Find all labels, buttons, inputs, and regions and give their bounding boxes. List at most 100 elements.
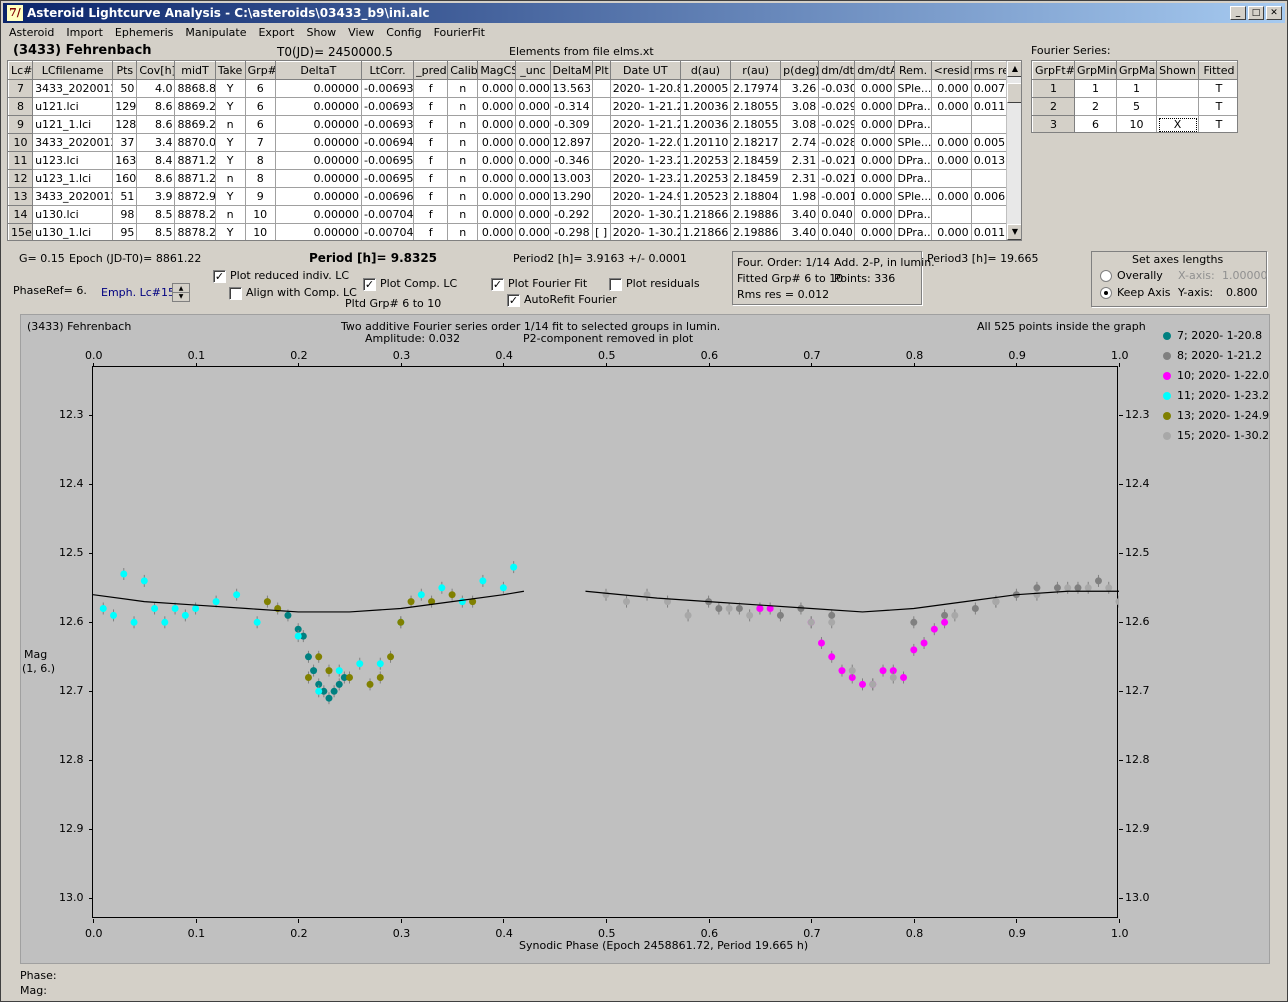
table-cell[interactable]: -0.00693 [360,97,415,116]
lc-col-header[interactable]: rms res [970,61,1009,80]
spin-up-icon[interactable]: ▲ [173,284,189,293]
table-cell[interactable]: 0.000 [854,223,896,240]
lc-col-header[interactable]: DeltaT [274,61,362,80]
lc-col-header[interactable]: r(au) [730,61,782,80]
lc-col-header[interactable]: _unc [515,61,551,80]
table-cell[interactable]: 2020- 1-23.2 [609,151,681,170]
table-cell[interactable] [930,169,972,188]
spin-down-icon[interactable]: ▼ [173,293,189,301]
table-cell[interactable]: 95 [112,223,138,240]
table-cell[interactable] [591,169,611,188]
table-cell[interactable]: 13.563 [549,79,593,98]
minimize-button[interactable]: _ [1230,6,1246,20]
fourier-cell[interactable]: 1 [1116,79,1157,98]
table-cell[interactable]: 0.000 [930,187,972,206]
table-cell[interactable]: [ ] [591,223,611,240]
maximize-button[interactable]: □ [1248,6,1264,20]
table-cell[interactable]: f [413,205,449,224]
table-cell[interactable] [591,97,611,116]
table-cell[interactable]: 2020- 1-24.9 [609,187,681,206]
table-row[interactable]: 9 u121_1.lci 128 8.6 8869.2 n 6 0.00000 -0.00693… [8,115,1009,134]
table-cell[interactable]: SPle... [894,133,932,152]
table-cell[interactable]: 0.013 [970,151,1009,170]
table-cell[interactable]: n [447,115,479,134]
table-cell[interactable]: 3.08 [780,97,820,116]
fourier-table[interactable]: GrpFt#GrpMinGrpMaxShownFitted 111T225T36… [1031,60,1238,133]
table-cell[interactable]: 0.00000 [274,151,362,170]
x-axis-value[interactable]: 1.00000 [1222,269,1268,282]
table-cell[interactable]: 3433_20200120 [32,79,114,98]
table-cell[interactable]: 3.9 [136,187,176,206]
table-cell[interactable]: 0.000 [930,97,972,116]
table-cell[interactable]: 0.000 [854,205,896,224]
scroll-thumb[interactable] [1007,83,1021,103]
table-cell[interactable]: 1.20005 [679,79,732,98]
menu-show[interactable]: Show [300,24,342,42]
table-cell[interactable]: 0.011 [970,223,1009,240]
table-cell[interactable]: u130.lci [32,205,114,224]
fourier-cell[interactable]: 6 [1074,115,1117,132]
table-cell[interactable]: 8871.2 [174,169,216,188]
table-cell[interactable]: 0.000 [854,151,896,170]
table-cell[interactable]: 0.000 [477,223,517,240]
table-cell[interactable]: DPra... [894,115,932,134]
fourier-cell[interactable]: 10 [1116,115,1157,132]
table-cell[interactable]: SPle... [894,79,932,98]
table-cell[interactable]: n [447,169,479,188]
table-cell[interactable]: 2020- 1-30.2 [609,205,681,224]
scroll-down-icon[interactable]: ▼ [1007,224,1021,240]
table-cell[interactable]: 8 [8,97,34,116]
table-cell[interactable]: 128 [112,115,138,134]
table-cell[interactable]: 0.000 [477,205,517,224]
table-cell[interactable]: 8 [244,169,276,188]
table-cell[interactable]: -0.292 [549,205,593,224]
table-cell[interactable]: 0.000 [854,115,896,134]
table-cell[interactable]: DPra... [894,151,932,170]
table-cell[interactable]: 8869.2 [174,97,216,116]
table-cell[interactable]: n [447,223,479,240]
table-cell[interactable]: 1.20253 [679,151,732,170]
table-cell[interactable]: 37 [112,133,138,152]
table-cell[interactable]: 0.000 [477,151,517,170]
lc-col-header[interactable]: Date UT [609,61,681,80]
table-cell[interactable]: -0.00694 [360,133,415,152]
lc-col-header[interactable]: Rem. [894,61,932,80]
table-cell[interactable]: -0.029 [818,97,856,116]
table-cell[interactable]: DPra... [894,223,932,240]
table-cell[interactable]: 0.00000 [274,187,362,206]
lc-col-header[interactable]: Lc# [8,61,34,80]
table-cell[interactable] [930,205,972,224]
table-cell[interactable]: 8872.9 [174,187,216,206]
table-cell[interactable]: 129 [112,97,138,116]
plot-area[interactable] [92,366,1123,918]
table-cell[interactable]: 0.000 [515,169,551,188]
table-cell[interactable]: 2.18055 [730,115,782,134]
table-cell[interactable]: 10 [244,205,276,224]
table-row[interactable]: 8 u121.lci 129 8.6 8869.2 Y 6 0.00000 -0.00693 f n… [8,97,1009,116]
lc-col-header[interactable]: Pts [112,61,138,80]
table-cell[interactable]: f [413,133,449,152]
table-cell[interactable]: 0.000 [930,151,972,170]
table-cell[interactable]: 0.00000 [274,79,362,98]
table-cell[interactable]: 13 [8,187,34,206]
table-cell[interactable]: n [447,187,479,206]
autorefit-checkbox[interactable]: ✓ AutoRefit Fourier [507,293,617,307]
table-cell[interactable]: 0.000 [854,187,896,206]
table-cell[interactable]: DPra... [894,205,932,224]
plot-fourier-checkbox[interactable]: ✓ Plot Fourier Fit [491,277,587,291]
align-comp-checkbox[interactable]: Align with Comp. LC [229,286,357,300]
table-cell[interactable]: -0.021 [818,169,856,188]
table-cell[interactable]: n [447,133,479,152]
table-cell[interactable]: 10 [244,223,276,240]
table-cell[interactable]: Y [214,79,246,98]
fourier-col-header[interactable]: GrpFt# [1032,61,1075,80]
fourier-col-header[interactable]: GrpMin [1074,61,1117,80]
table-cell[interactable]: 8.5 [136,223,176,240]
fourier-col-header[interactable]: GrpMax [1116,61,1157,80]
table-scrollbar[interactable]: ▲ ▼ [1006,61,1021,240]
lc-col-header[interactable]: p(deg) [780,61,820,80]
table-cell[interactable]: -0.00704 [360,205,415,224]
fourier-cell[interactable]: T [1198,79,1237,98]
table-cell[interactable]: n [214,169,246,188]
fourier-col-header[interactable]: Fitted [1198,61,1237,80]
